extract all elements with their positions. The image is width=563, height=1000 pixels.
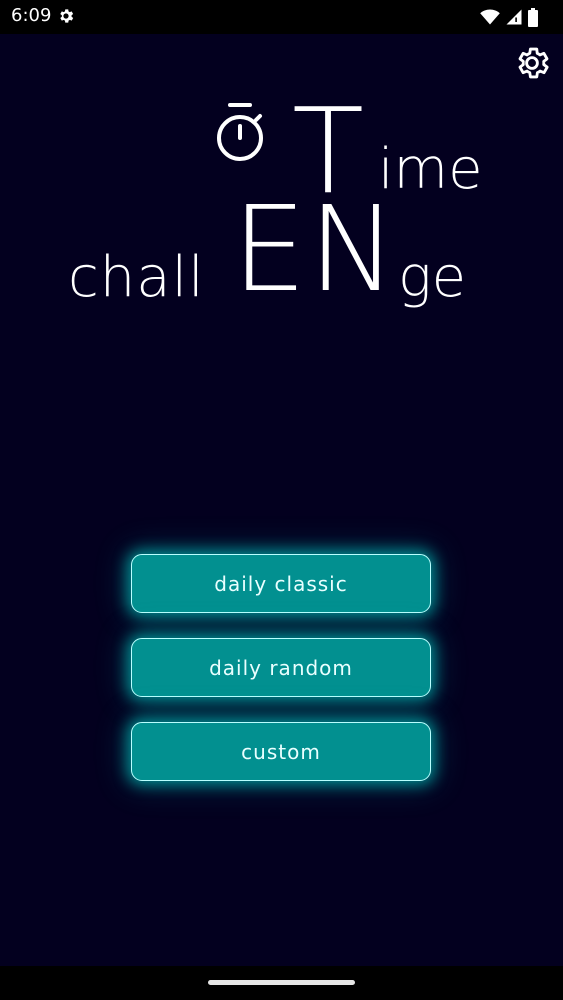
- status-icons: [480, 6, 538, 28]
- settings-gear-icon[interactable]: [513, 44, 551, 82]
- gear-icon: [60, 9, 74, 23]
- battery-icon: [528, 7, 538, 27]
- signal-icon: [506, 9, 522, 25]
- main-menu: daily classic daily random custom: [131, 554, 431, 806]
- logo-letters-en: EN: [232, 180, 399, 318]
- custom-button[interactable]: custom: [131, 722, 431, 781]
- app-screen: 6:09 T ime chall EN ge daily classic dai…: [0, 0, 563, 1000]
- wifi-icon: [480, 9, 500, 25]
- status-time: 6:09: [11, 5, 52, 26]
- daily-classic-button[interactable]: daily classic: [131, 554, 431, 613]
- logo-text-chall: chall: [68, 245, 205, 310]
- status-bar: 6:09: [0, 0, 563, 34]
- daily-random-button[interactable]: daily random: [131, 638, 431, 697]
- stopwatch-icon: [217, 103, 263, 161]
- navigation-bar: [0, 966, 563, 1000]
- app-logo: T ime chall EN ge: [60, 92, 510, 332]
- home-gesture-handle[interactable]: [208, 980, 355, 985]
- logo-text-ge: ge: [398, 245, 467, 310]
